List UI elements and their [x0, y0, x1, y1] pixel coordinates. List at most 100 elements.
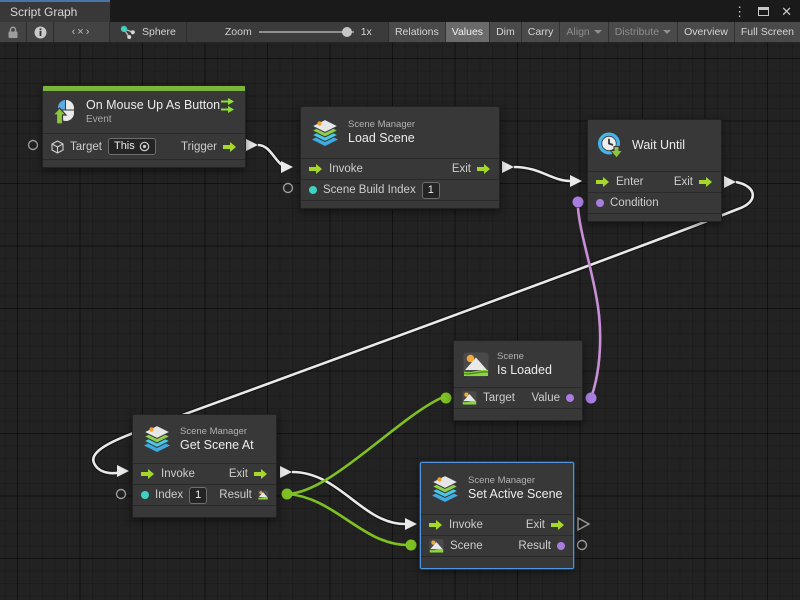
node-wait-until[interactable]: Wait Until Enter Exit Condition: [587, 119, 722, 222]
scene-manager-icon: [430, 475, 460, 503]
node-footer: [588, 213, 721, 221]
scene-manager-icon: [142, 425, 172, 453]
close-icon[interactable]: ✕: [781, 5, 792, 18]
scene-mini-icon: [462, 391, 477, 405]
node-title: Is Loaded: [497, 363, 573, 378]
mouse-up-icon: [52, 99, 78, 125]
scene-manager-icon: [310, 119, 340, 147]
flow-arrow-icon: [699, 176, 713, 188]
bool-port-dot: [596, 199, 604, 207]
lock-icon: [7, 26, 19, 39]
scene-port-label: Scene: [450, 540, 483, 552]
bool-port-dot: [566, 394, 574, 402]
wait-until-clock-icon: [597, 132, 624, 159]
node-load-scene[interactable]: Scene Manager Load Scene Invoke Exit Sce…: [300, 106, 500, 209]
chevron-down-icon: [594, 30, 602, 34]
node-set-active-scene[interactable]: Scene Manager Set Active Scene Invoke Ex…: [420, 462, 574, 569]
node-footer: [454, 408, 582, 420]
tab-bar: Script Graph ⋮ ✕: [0, 0, 800, 22]
distribute-button[interactable]: Distribute: [609, 22, 678, 42]
zoom-slider-handle[interactable]: [342, 27, 352, 37]
object-picker-icon: [139, 141, 150, 152]
value-port-label: Value: [531, 392, 560, 404]
int-port-dot: [309, 186, 317, 194]
node-title: Wait Until: [632, 138, 712, 153]
relations-button[interactable]: Relations: [389, 22, 446, 42]
node-category: Scene Manager: [180, 426, 267, 438]
node-footer: [421, 556, 573, 568]
script-graph-window: Script Graph ⋮ ✕ ‹×›: [0, 0, 800, 600]
zoom-group: Zoom 1x: [187, 22, 389, 42]
scene-icon: [463, 352, 489, 377]
exit-port-label: Exit: [229, 468, 248, 480]
flow-arrow-icon: [223, 141, 237, 153]
window-menu-icon[interactable]: ⋮: [733, 5, 746, 18]
script-graph-icon: [120, 25, 136, 39]
enter-port-label: Enter: [616, 176, 644, 188]
graph-asset-group: Sphere: [110, 22, 187, 42]
scene-build-index-input[interactable]: 1: [422, 182, 440, 199]
int-port-dot: [141, 491, 149, 499]
graph-toolbar: ‹×› Sphere Zoom 1x Relations Values Dim …: [0, 22, 800, 43]
flow-arrow-icon: [254, 468, 268, 480]
node-footer: [133, 505, 276, 517]
result-port-label: Result: [518, 540, 551, 552]
tab-script-graph[interactable]: Script Graph: [0, 0, 110, 22]
graph-name-label: Sphere: [142, 26, 176, 38]
flow-arrow-icon: [141, 468, 155, 480]
zoom-label: Zoom: [225, 26, 252, 38]
zoom-slider[interactable]: [259, 31, 354, 33]
result-port-label: Result: [219, 489, 252, 501]
overview-button[interactable]: Overview: [678, 22, 735, 42]
scene-build-index-label: Scene Build Index: [323, 184, 416, 196]
scene-mini-icon: [429, 539, 444, 553]
node-on-mouse-up-as-button[interactable]: On Mouse Up As Button Event Target This: [42, 85, 246, 168]
invoke-port-label: Invoke: [329, 163, 363, 175]
coroutine-arrows-icon: [221, 98, 236, 113]
node-category: Scene: [497, 351, 573, 363]
align-button[interactable]: Align: [560, 22, 608, 42]
info-button[interactable]: [27, 22, 54, 42]
code-preview-button[interactable]: ‹×›: [54, 22, 110, 42]
object-port-dot: [557, 542, 565, 550]
gameobject-cube-icon: [51, 140, 64, 154]
node-footer: [43, 159, 245, 167]
tab-title: Script Graph: [10, 5, 77, 19]
index-input[interactable]: 1: [189, 487, 207, 504]
flow-arrow-icon: [309, 163, 323, 175]
flow-arrow-icon: [477, 163, 491, 175]
target-port-label: Target: [70, 141, 102, 153]
node-title: On Mouse Up As Button: [86, 98, 220, 113]
node-category: Scene Manager: [468, 475, 564, 487]
flow-arrow-icon: [596, 176, 610, 188]
window-controls: ⋮ ✕: [733, 0, 800, 22]
lock-button[interactable]: [0, 22, 27, 42]
index-port-label: Index: [155, 489, 183, 501]
node-category: Scene Manager: [348, 119, 490, 131]
node-is-loaded[interactable]: Scene Is Loaded Target Value: [453, 340, 583, 421]
invoke-port-label: Invoke: [161, 468, 195, 480]
full-screen-button[interactable]: Full Screen: [735, 22, 800, 42]
info-icon: [34, 26, 47, 39]
values-button[interactable]: Values: [446, 22, 490, 42]
flow-arrow-icon: [429, 519, 443, 531]
dim-button[interactable]: Dim: [490, 22, 522, 42]
trigger-port-label: Trigger: [181, 141, 217, 153]
flow-arrow-icon: [551, 519, 565, 531]
exit-port-label: Exit: [526, 519, 545, 531]
node-get-scene-at[interactable]: Scene Manager Get Scene At Invoke Exit I…: [132, 414, 277, 518]
chevron-down-icon: [663, 30, 671, 34]
node-title: Set Active Scene: [468, 487, 564, 502]
node-title: Load Scene: [348, 131, 490, 146]
invoke-port-label: Invoke: [449, 519, 483, 531]
target-object-picker[interactable]: This: [108, 138, 156, 155]
node-footer: [301, 200, 499, 208]
node-subtitle: Event: [86, 113, 236, 126]
scene-mini-icon: [258, 488, 268, 502]
zoom-value: 1x: [361, 26, 372, 38]
exit-port-label: Exit: [452, 163, 471, 175]
target-port-label: Target: [483, 392, 515, 404]
carry-button[interactable]: Carry: [522, 22, 561, 42]
maximize-icon[interactable]: [758, 7, 769, 16]
exit-port-label: Exit: [674, 176, 693, 188]
